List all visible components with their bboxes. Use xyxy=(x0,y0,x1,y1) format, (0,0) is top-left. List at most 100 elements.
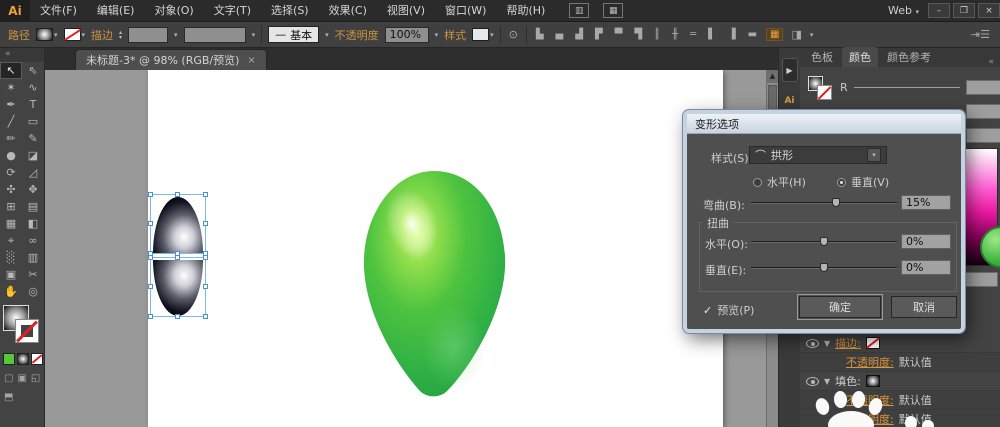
scroll-up-icon[interactable]: ▲ xyxy=(767,70,778,83)
bend-slider[interactable] xyxy=(751,195,897,210)
magic-wand-tool[interactable]: ✶ xyxy=(0,79,22,96)
stroke-row-label[interactable]: 描边: xyxy=(835,335,861,351)
perspective-grid-tool[interactable]: ▤ xyxy=(22,198,44,215)
shape-builder-tool[interactable]: ⊞ xyxy=(0,198,22,215)
menu-window[interactable]: 窗口(W) xyxy=(435,0,496,22)
menu-view[interactable]: 视图(V) xyxy=(377,0,435,22)
stroke-weight-label[interactable]: 描边 xyxy=(91,27,113,43)
menu-file[interactable]: 文件(F) xyxy=(30,0,87,22)
swatch-well[interactable] xyxy=(960,272,998,287)
step-down-icon[interactable]: ▾ xyxy=(119,34,122,40)
align-top-icon[interactable]: ▛ xyxy=(592,29,606,40)
slider-thumb[interactable] xyxy=(831,198,840,207)
pencil-tool[interactable]: ✎ xyxy=(22,130,44,147)
tab-swatches[interactable]: 色板 xyxy=(804,47,840,67)
appearance-row-opacity[interactable]: 不透明度: 默认值 xyxy=(800,353,1000,372)
align-right-icon[interactable]: ▟ xyxy=(572,29,586,40)
distribute-top-icon[interactable]: ║ xyxy=(651,29,663,40)
stroke-none-swatch[interactable] xyxy=(865,337,880,349)
graph-tool[interactable]: ▥ xyxy=(22,249,44,266)
expand-panels-icon[interactable]: ▶ xyxy=(781,58,798,82)
minimize-button[interactable]: – xyxy=(928,3,950,18)
blend-tool[interactable]: ∞ xyxy=(22,232,44,249)
align-vcenter-icon[interactable]: ▀ xyxy=(612,29,626,40)
restore-button[interactable]: ❐ xyxy=(953,3,975,18)
menu-effect[interactable]: 效果(C) xyxy=(319,0,377,22)
distribute-bottom-icon[interactable]: ═ xyxy=(687,29,699,40)
style-label[interactable]: 样式 xyxy=(444,27,466,43)
bend-value-input[interactable]: 15% xyxy=(901,195,951,210)
selection-box[interactable] xyxy=(148,255,208,319)
none-button[interactable] xyxy=(31,353,43,365)
artboard-tool[interactable]: ▣ xyxy=(0,266,22,283)
mesh-tool[interactable]: ▦ xyxy=(0,215,22,232)
document-tab[interactable]: 未标题-3* @ 98% (RGB/预览) × xyxy=(75,49,267,70)
appearance-row-fill[interactable]: ▼ 填色: xyxy=(800,372,1000,391)
paintbrush-tool[interactable]: ✏ xyxy=(0,130,22,147)
width-tool[interactable]: ✣ xyxy=(0,181,22,198)
color-button[interactable] xyxy=(3,353,15,365)
align-left-icon[interactable]: ▙ xyxy=(533,29,547,40)
opacity-link[interactable]: 不透明度: xyxy=(846,354,894,370)
cancel-button[interactable]: 取消 xyxy=(891,296,957,318)
style-swatch[interactable] xyxy=(472,28,490,41)
red-slider[interactable] xyxy=(853,87,960,88)
menu-help[interactable]: 帮助(H) xyxy=(496,0,555,22)
visibility-eye-icon[interactable] xyxy=(806,338,819,348)
slider-thumb[interactable] xyxy=(820,263,828,272)
pen-tool[interactable]: ✒ xyxy=(0,96,22,113)
align-bottom-icon[interactable]: ▜ xyxy=(631,29,645,40)
chevron-down-icon[interactable]: ▾ xyxy=(867,148,881,162)
screen-mode-icon[interactable]: ⬒ xyxy=(4,392,13,403)
lasso-tool[interactable]: ∿ xyxy=(22,79,44,96)
draw-inside-icon[interactable]: ◱ xyxy=(31,373,40,384)
chevron-down-icon[interactable]: ▼ xyxy=(824,339,830,348)
selection-tool[interactable]: ↖ xyxy=(0,62,22,79)
workspace-switcher[interactable]: Web ▾ xyxy=(888,4,919,17)
stroke-proxy-swatch[interactable] xyxy=(15,319,39,343)
opacity-label[interactable]: 不透明度 xyxy=(335,27,379,43)
visibility-eye-icon[interactable] xyxy=(806,376,819,386)
vertical-radio[interactable]: 垂直(V) xyxy=(837,174,889,190)
draw-normal-icon[interactable]: ▢ xyxy=(4,373,13,384)
blob-brush-tool[interactable]: ● xyxy=(0,147,22,164)
collapse-panel-icon[interactable]: « xyxy=(0,48,44,62)
stroke-weight-stepper[interactable]: ▴ ▾ xyxy=(119,29,122,40)
control-panel-menu-icon[interactable]: ⇥☰ xyxy=(969,28,992,41)
stroke-weight-input[interactable] xyxy=(128,26,169,43)
stroke-color-picker[interactable]: ▾ xyxy=(63,28,85,41)
hand-tool[interactable]: ✋ xyxy=(0,283,22,300)
brush-definition-dropdown[interactable]: — 基本 xyxy=(268,26,320,43)
type-tool[interactable]: T xyxy=(22,96,44,113)
eyedropper-tool[interactable]: ⌖ xyxy=(0,232,22,249)
slider-thumb[interactable] xyxy=(820,237,828,246)
warp-style-dropdown[interactable]: ⌒ 拱形 ▾ xyxy=(749,146,887,164)
close-button[interactable]: × xyxy=(978,3,1000,18)
blue-value-input[interactable] xyxy=(966,128,1000,143)
appearance-row-opacity[interactable]: 不透明度: 默认值 xyxy=(800,391,1000,410)
h-distort-slider[interactable] xyxy=(751,234,897,249)
eraser-tool[interactable]: ◪ xyxy=(22,147,44,164)
fill-color-picker[interactable]: ▾ xyxy=(36,28,58,41)
distribute-vcenter-icon[interactable]: ╫ xyxy=(669,29,681,40)
distribute-right-icon[interactable]: ▬ xyxy=(745,29,760,40)
appearance-row-stroke[interactable]: ▼ 描边: xyxy=(800,334,1000,353)
gradient-button[interactable] xyxy=(17,353,29,365)
opacity-input[interactable]: 100% xyxy=(384,26,429,43)
tab-color-guide[interactable]: 颜色参考 xyxy=(880,47,938,67)
menu-select[interactable]: 选择(S) xyxy=(261,0,319,22)
align-hcenter-icon[interactable]: ▄ xyxy=(553,29,567,40)
zoom-tool[interactable]: ◎ xyxy=(22,283,44,300)
transform-panel-icon[interactable]: ▦ xyxy=(766,28,784,41)
radio-icon[interactable] xyxy=(753,177,762,187)
red-value-input[interactable] xyxy=(965,80,1000,95)
distribute-hcenter-icon[interactable]: ▐ xyxy=(725,29,739,40)
scale-tool[interactable]: ◿ xyxy=(22,164,44,181)
h-distort-value-input[interactable]: 0% xyxy=(901,234,951,249)
canvas-area[interactable]: ▲ xyxy=(45,70,778,427)
tab-color[interactable]: 颜色 xyxy=(842,47,878,67)
radio-selected-icon[interactable] xyxy=(837,177,846,187)
warp-options-dialog[interactable]: 变形选项 样式(S): ⌒ 拱形 ▾ 水平(H) 垂直(V) 弯曲(B): 15… xyxy=(682,109,966,334)
chevron-down-icon[interactable]: ▼ xyxy=(824,377,830,386)
v-distort-value-input[interactable]: 0% xyxy=(901,260,951,275)
